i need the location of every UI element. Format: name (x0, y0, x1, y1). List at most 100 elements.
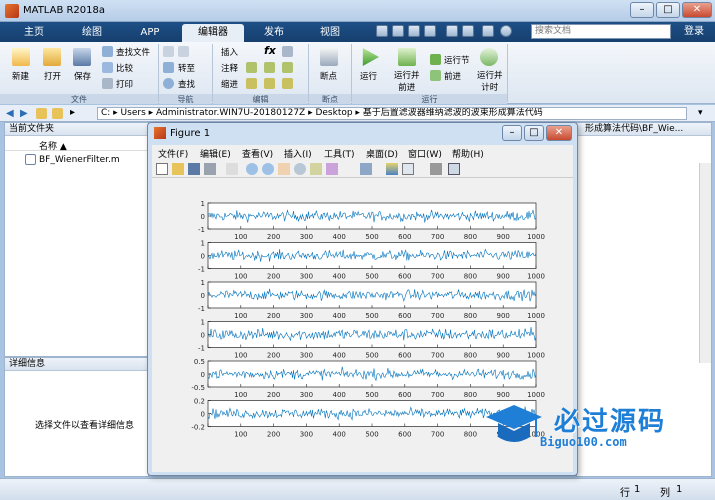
hide-plot-tools-icon[interactable] (430, 163, 442, 175)
uncomment-icon[interactable] (264, 62, 275, 73)
menu-tools[interactable]: 工具(T) (324, 147, 355, 160)
tab-apps[interactable]: APP (124, 24, 176, 42)
run-section-button[interactable]: 运行节 (444, 54, 470, 66)
brush-icon[interactable] (326, 163, 338, 175)
browse-folder-icon[interactable] (52, 108, 63, 119)
open-file-icon[interactable] (172, 163, 184, 175)
zoom-out-icon[interactable] (262, 163, 274, 175)
run-time-button[interactable]: 运行并 计时 (477, 69, 503, 93)
x-tick-label: 300 (300, 312, 313, 320)
open-folder-icon[interactable] (43, 48, 61, 66)
data-cursor-icon[interactable] (310, 163, 322, 175)
find-button[interactable]: 查找 (178, 78, 195, 90)
run-group-label: 运行 (352, 94, 507, 104)
quick-paste-icon[interactable] (424, 25, 436, 37)
menu-insert[interactable]: 插入(I) (284, 147, 312, 160)
close-button[interactable]: ✕ (682, 2, 712, 18)
goto-icon (163, 62, 174, 73)
open-button[interactable]: 打开 (44, 70, 61, 82)
increase-indent-icon[interactable] (264, 78, 275, 89)
new-button[interactable]: 新建 (12, 70, 29, 82)
new-icon[interactable] (12, 48, 30, 66)
save-button[interactable]: 保存 (74, 70, 91, 82)
advance-button[interactable]: 前进 (444, 70, 461, 82)
figure-close-button[interactable]: ✕ (546, 125, 572, 141)
minimize-button[interactable]: – (630, 2, 654, 18)
pointer-icon[interactable] (226, 163, 238, 175)
run-advance-icon[interactable] (398, 48, 416, 66)
compare-button[interactable]: 比较 (116, 62, 133, 74)
run-advance-button[interactable]: 运行并 前进 (394, 69, 420, 93)
find-files-button[interactable]: 查找文件 (116, 46, 150, 58)
menu-file[interactable]: 文件(F) (158, 147, 188, 160)
tab-view[interactable]: 视图 (304, 24, 356, 42)
comment-button[interactable]: 注释 (221, 62, 238, 74)
rotate-3d-icon[interactable] (294, 163, 306, 175)
insert-button[interactable]: 插入 (221, 46, 238, 58)
y-tick-label: 1 (201, 279, 205, 287)
smart-indent-icon[interactable] (246, 78, 257, 89)
forward-arrow-icon[interactable]: ▶ (20, 108, 28, 119)
current-folder-path[interactable]: C: ▸ Users ▸ Administrator.WIN7U-2018012… (97, 107, 687, 120)
folder-history-icon[interactable]: ▸ (70, 107, 75, 118)
menu-view[interactable]: 查看(V) (242, 147, 273, 160)
switch-window-icon[interactable] (482, 25, 494, 37)
run-time-icon[interactable] (480, 48, 498, 66)
wrap-comment-icon[interactable] (282, 62, 293, 73)
menu-help[interactable]: 帮助(H) (452, 147, 484, 160)
goto-button[interactable]: 转至 (178, 62, 195, 74)
tab-plots[interactable]: 绘图 (66, 24, 118, 42)
editor-scrollbar[interactable] (699, 163, 711, 363)
quick-copy-icon[interactable] (408, 25, 420, 37)
file-list-item[interactable]: BF_WienerFilter.m (5, 153, 148, 167)
nav-forward-icon[interactable] (178, 46, 189, 57)
run-icon[interactable] (362, 48, 379, 66)
tab-publish[interactable]: 发布 (248, 24, 300, 42)
zoom-in-icon[interactable] (246, 163, 258, 175)
help-icon[interactable] (500, 25, 512, 37)
new-figure-icon[interactable] (156, 163, 168, 175)
editor-tab-title[interactable]: 形成算法代码\BF_Wie... (577, 123, 711, 136)
x-tick-label: 500 (365, 391, 378, 399)
menu-desktop[interactable]: 桌面(D) (366, 147, 398, 160)
figure-maximize-button[interactable]: □ (524, 125, 544, 141)
quick-save-icon[interactable] (376, 25, 388, 37)
quick-cut-icon[interactable] (392, 25, 404, 37)
back-arrow-icon[interactable]: ◀ (6, 108, 14, 119)
menu-edit[interactable]: 编辑(E) (200, 147, 231, 160)
link-plot-icon[interactable] (360, 163, 372, 175)
path-dropdown-icon[interactable]: ▾ (698, 108, 703, 118)
maximize-button[interactable]: □ (656, 2, 680, 18)
breakpoints-icon[interactable] (320, 48, 338, 66)
run-button[interactable]: 运行 (360, 70, 377, 82)
login-button[interactable]: 登录 (678, 24, 710, 39)
decrease-indent-icon[interactable] (282, 78, 293, 89)
pan-icon[interactable] (278, 163, 290, 175)
search-documentation-input[interactable]: 搜索文档 (531, 24, 671, 39)
indent-button[interactable]: 缩进 (221, 78, 238, 90)
show-plot-tools-icon[interactable] (448, 163, 460, 175)
redo-icon[interactable] (462, 25, 474, 37)
details-panel: 详细信息 选择文件以查看详细信息 (4, 357, 149, 477)
legend-icon[interactable] (402, 163, 414, 175)
x-tick-label: 300 (300, 431, 313, 439)
comment-percent-icon[interactable] (246, 62, 257, 73)
up-folder-icon[interactable] (36, 108, 47, 119)
fx-button[interactable]: fx (264, 44, 276, 57)
figure-minimize-button[interactable]: – (502, 125, 522, 141)
print-button[interactable]: 打印 (116, 78, 133, 90)
tab-editor[interactable]: 编辑器 (182, 24, 244, 42)
menu-window[interactable]: 窗口(W) (408, 147, 442, 160)
file-name: BF_WienerFilter.m (39, 155, 120, 165)
column-header-name[interactable]: 名称 ▲ (5, 137, 148, 152)
print-figure-icon[interactable] (204, 163, 216, 175)
tab-home[interactable]: 主页 (8, 24, 60, 42)
save-icon[interactable] (73, 48, 91, 66)
figure-titlebar[interactable]: Figure 1 – □ ✕ (148, 123, 577, 143)
breakpoints-button[interactable]: 断点 (320, 70, 337, 82)
save-figure-icon[interactable] (188, 163, 200, 175)
nav-back-icon[interactable] (163, 46, 174, 57)
insert-section-icon[interactable] (282, 46, 293, 57)
colorbar-icon[interactable] (386, 163, 398, 175)
undo-icon[interactable] (446, 25, 458, 37)
